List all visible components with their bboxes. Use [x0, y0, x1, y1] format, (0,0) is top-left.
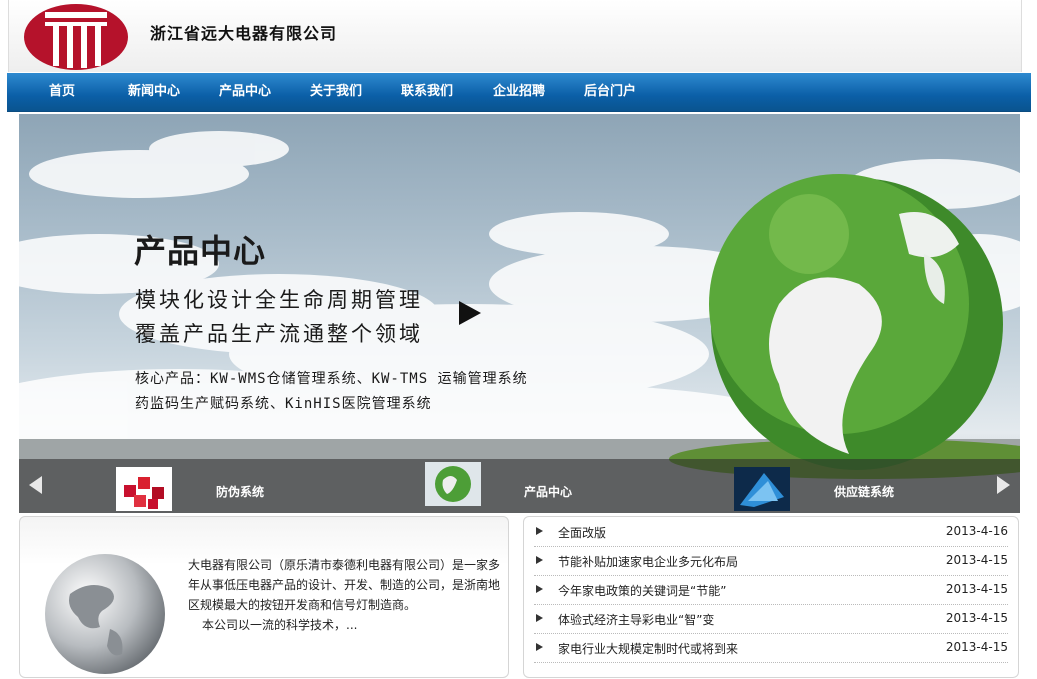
nav-jobs[interactable]: 企业招聘 [488, 73, 550, 111]
bullet-arrow-icon [536, 585, 543, 593]
nav-news[interactable]: 新闻中心 [123, 73, 185, 111]
play-icon[interactable] [459, 301, 481, 325]
about-panel: 大电器有限公司（原乐清市泰德利电器有限公司）是一家多年从事低压电器产品的设计、开… [19, 516, 509, 678]
news-item[interactable]: 节能补贴加速家电企业多元化布局 2013-4-15 [534, 547, 1008, 576]
bullet-arrow-icon [536, 527, 543, 535]
bullet-arrow-icon [536, 556, 543, 564]
next-arrow-icon[interactable] [997, 476, 1010, 494]
banner-core-products-1: 核心产品：KW-WMS仓储管理系统、KW-TMS 运输管理系统 [135, 371, 528, 387]
header: 浙江省远大电器有限公司 [8, 0, 1022, 72]
news-title[interactable]: 今年家电政策的关键词是“节能” [558, 582, 726, 599]
news-title[interactable]: 节能补贴加速家电企业多元化布局 [558, 553, 738, 570]
news-item[interactable]: 体验式经济主导彩电业“智”变 2013-4-15 [534, 605, 1008, 634]
nav-about[interactable]: 关于我们 [305, 73, 367, 111]
banner-core-products-2: 药监码生产赋码系统、KinHIS医院管理系统 [135, 396, 432, 412]
news-item[interactable]: 今年家电政策的关键词是“节能” 2013-4-15 [534, 576, 1008, 605]
news-date: 2013-4-16 [945, 524, 1008, 538]
prev-arrow-icon[interactable] [29, 476, 42, 494]
thumb-products[interactable] [425, 462, 481, 506]
news-title[interactable]: 全面改版 [558, 524, 606, 541]
news-item[interactable]: 家电行业大规模定制时代或将到来 2013-4-15 [534, 634, 1008, 663]
globe-icon [45, 554, 165, 674]
company-logo [24, 4, 128, 70]
bullet-arrow-icon [536, 614, 543, 622]
banner-tagline-1: 模块化设计全生命周期管理 [135, 288, 423, 312]
nav-contact[interactable]: 联系我们 [396, 73, 458, 111]
main-nav: 首页 新闻中心 产品中心 关于我们 联系我们 企业招聘 后台门户 [7, 73, 1031, 112]
news-title[interactable]: 家电行业大规模定制时代或将到来 [558, 640, 738, 657]
news-list: 全面改版 2013-4-16 节能补贴加速家电企业多元化布局 2013-4-15… [523, 516, 1019, 678]
about-paragraph-continued[interactable]: 本公司以一流的科学技术，... [188, 618, 357, 632]
banner-thumbnail-strip: 防伪系统 产品中心 供应链系统 [19, 459, 1020, 513]
about-paragraph: 大电器有限公司（原乐清市泰德利电器有限公司）是一家多年从事低压电器产品的设计、开… [188, 558, 501, 612]
about-text: 大电器有限公司（原乐清市泰德利电器有限公司）是一家多年从事低压电器产品的设计、开… [188, 555, 500, 635]
hero-banner: 产品中心 模块化设计全生命周期管理 覆盖产品生产流通整个领域 核心产品：KW-W… [19, 114, 1020, 513]
thumb-label-products[interactable]: 产品中心 [524, 483, 572, 500]
news-date: 2013-4-15 [945, 553, 1008, 567]
company-name: 浙江省远大电器有限公司 [150, 24, 338, 43]
news-date: 2013-4-15 [945, 640, 1008, 654]
bullet-arrow-icon [536, 643, 543, 651]
thumb-label-anticounterfeit[interactable]: 防伪系统 [216, 483, 264, 500]
news-date: 2013-4-15 [945, 611, 1008, 625]
nav-admin[interactable]: 后台门户 [579, 73, 641, 111]
banner-tagline-2: 覆盖产品生产流通整个领域 [135, 322, 423, 346]
news-date: 2013-4-15 [945, 582, 1008, 596]
banner-title: 产品中心 [134, 232, 267, 270]
nav-products[interactable]: 产品中心 [214, 73, 276, 111]
nav-home[interactable]: 首页 [43, 73, 81, 111]
thumb-supply-chain[interactable] [734, 467, 790, 511]
thumb-label-supply-chain[interactable]: 供应链系统 [834, 483, 894, 500]
news-item[interactable]: 全面改版 2013-4-16 [534, 518, 1008, 547]
thumb-anticounterfeit[interactable] [116, 467, 172, 511]
news-title[interactable]: 体验式经济主导彩电业“智”变 [558, 611, 714, 628]
